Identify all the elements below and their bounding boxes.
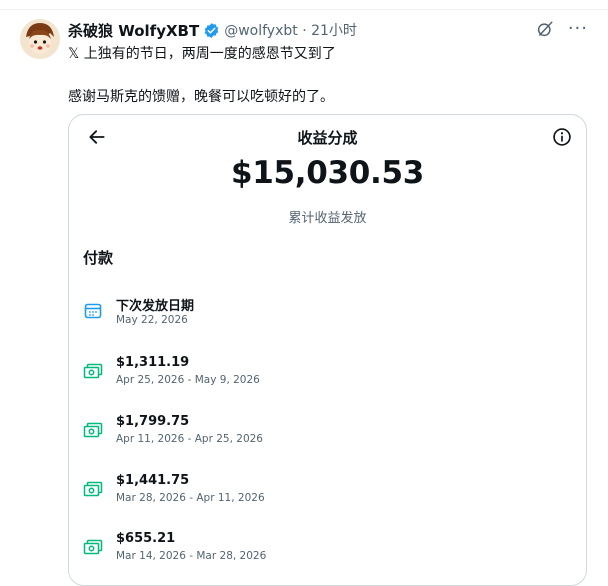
money-icon bbox=[83, 362, 103, 380]
total-amount: $15,030.53 bbox=[230, 155, 425, 191]
payment-amount: $1,441.75 bbox=[116, 473, 190, 488]
handle-and-time[interactable]: @wolfyxbt · 21小时 bbox=[224, 20, 357, 40]
total-subtitle: 累计收益发放 bbox=[288, 211, 367, 226]
payments-section-title: 付款 bbox=[83, 249, 114, 267]
next-payout-label: 下次发放日期 bbox=[116, 299, 195, 314]
calendar-icon bbox=[83, 302, 103, 320]
display-name[interactable]: 杀破狼 WolfyXBT bbox=[68, 20, 199, 41]
payment-amount: $655.21 bbox=[116, 531, 176, 546]
avatar-illustration bbox=[20, 19, 60, 59]
top-divider bbox=[0, 9, 608, 10]
payment-range: Apr 11, 2026 - Apr 25, 2026 bbox=[116, 433, 263, 445]
payment-amount: $1,799.75 bbox=[116, 414, 190, 429]
payment-amount: $1,311.19 bbox=[116, 355, 190, 370]
payment-range: Mar 28, 2026 - Apr 11, 2026 bbox=[116, 492, 265, 504]
tweet-text-line1: 𝕏 上独有的节日，两周一度的感恩节又到了 bbox=[68, 46, 336, 62]
next-payout-date: May 22, 2026 bbox=[116, 314, 188, 326]
tweet-text-line2: 感谢马斯克的馈赠，晚餐可以吃顿好的了。 bbox=[68, 89, 334, 105]
payment-range: Mar 14, 2026 - Mar 28, 2026 bbox=[116, 550, 267, 562]
tweet-header: 杀破狼 WolfyXBT @wolfyxbt · 21小时 bbox=[68, 19, 357, 41]
payment-range: Apr 25, 2026 - May 9, 2026 bbox=[116, 374, 260, 386]
money-icon bbox=[83, 421, 103, 439]
more-icon[interactable]: ··· bbox=[568, 20, 588, 38]
info-icon[interactable] bbox=[552, 127, 572, 147]
card-title: 收益分成 bbox=[297, 129, 358, 147]
money-icon bbox=[83, 538, 103, 556]
revenue-sharing-card[interactable]: 收益分成 $15,030.53 累计收益发放 付款 下次发放日期 May 22,… bbox=[68, 114, 587, 586]
grok-icon[interactable] bbox=[536, 20, 554, 38]
verified-badge-icon bbox=[203, 22, 220, 39]
avatar[interactable] bbox=[20, 19, 60, 59]
money-icon bbox=[83, 480, 103, 498]
header-actions: ··· bbox=[536, 20, 588, 38]
